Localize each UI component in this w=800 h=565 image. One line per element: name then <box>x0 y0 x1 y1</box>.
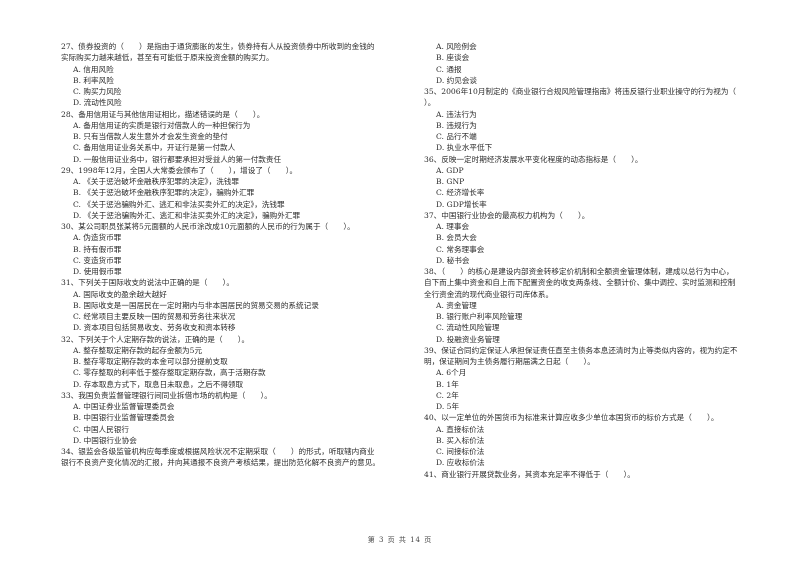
question-stem-line: 30、某公司职员张某将5元面额的人民币涂改成10元面额的人民币的行为属于（ ）。 <box>61 222 355 231</box>
answer-option: B. GNP <box>436 177 465 186</box>
answer-option: A. 备用信用证的实质是银行对借款人的一种担保行为 <box>73 120 251 130</box>
question-stem-line: 银行不良资产变化情况的汇报，并向其通报不良资产考核结果，提出防范化解不良资产的意… <box>61 458 380 468</box>
answer-option: A. 违法行为 <box>436 109 477 119</box>
document-page: 27、债券投资的（ ）是指由于通货膨胀的发生，债券持有人从投资债券中所收到的金钱… <box>0 0 800 565</box>
answer-option: B. 《关于惩治破坏金融秩序犯罪的决定》，骗购外汇罪 <box>73 188 255 198</box>
page-footer: 第 3 页 共 14 页 <box>367 536 433 544</box>
question-stem-line: 37、中国银行业协会的最高权力机构为（ ）。 <box>424 210 590 220</box>
question-block: 41、商业银行开展贷款业务，其资本充足率不得低于（ ）。 <box>424 469 776 480</box>
answer-option: A. 中国证券业监督管理委员会 <box>73 402 175 411</box>
answer-option: D. 执业水平低下 <box>436 143 493 153</box>
answer-option: B. 座谈会 <box>436 53 470 63</box>
answer-option: D. GDP增长率 <box>436 199 487 209</box>
answer-option: D. 一般信用证业务中，银行都要承担对受益人的第一付款责任 <box>73 154 282 164</box>
answer-option: A. 直接标价法 <box>436 424 485 434</box>
answer-option: A. 信用风险 <box>73 64 114 74</box>
answer-option: D. 约见会谈 <box>436 75 478 85</box>
answer-option: B. 买入标价法 <box>436 435 485 445</box>
left-column: 27、债券投资的（ ）是指由于通货膨胀的发生，债券持有人从投资债券中所收到的金钱… <box>61 41 417 469</box>
answer-option: A. 《关于惩治破坏金融秩序犯罪的决定》，洗钱罪 <box>73 177 239 186</box>
question-stem-line: 实际购买力越来越低，甚至有可能低于原来投资金额的购买力。 <box>61 53 274 63</box>
answer-option: B. 中国银行业监督管理委员会 <box>73 413 175 423</box>
question-block: 28、备用信用证与其他信用证相比，描述错误的是（ ）。 A. 备用信用证的实质是银… <box>61 109 417 165</box>
answer-option: B. 整存零取定期存款的本金可以部分提前支取 <box>73 357 228 366</box>
answer-option: B. 持有假币罪 <box>73 244 122 254</box>
question-block: 32、下列关于个人定期存款的说法，正确的是（ ）。 A. 整存整取定期存款的起存金… <box>61 334 417 390</box>
answer-option: D. 《关于惩治骗购外汇、逃汇和非法买卖外汇的决定》，骗购外汇罪 <box>73 210 301 220</box>
question-block: 39、保证合同约定保证人承担保证责任直至主债务本息还清时为止等类似内容的，视为约… <box>424 345 776 413</box>
answer-option: D. 中国银行业协会 <box>73 435 137 445</box>
answer-option: A. 整存整取定期存款的起存金额为5元 <box>73 345 203 355</box>
question-stem-line: 31、下列关于国际收支的说法中正确的是（ ）。 <box>61 278 234 288</box>
question-stem-line: ）。 <box>424 98 436 108</box>
answer-option: C. 《关于惩治骗购外汇、逃汇和非法买卖外汇的决定》，洗钱罪 <box>73 199 285 209</box>
answer-option: C. 通报 <box>436 64 462 74</box>
answer-option: C. 备用信用证业务关系中，开证行是第一付款人 <box>73 143 236 153</box>
question-block: 37、中国银行业协会的最高权力机构为（ ）。 A. 理事会 B. 会员大会 C. 常务… <box>424 210 776 266</box>
answer-option: D. 使用假币罪 <box>73 267 122 276</box>
question-stem-line: 40、以一定单位的外国货币为标准来计算应收多少单位本国货币的标价方式是（ ）。 <box>424 413 719 423</box>
question-stem-line: 29、1998年12月，全国人大常委会颁布了（ ），增设了（ ）。 <box>61 165 298 175</box>
answer-option: C. 零存整取的利率低于整存整取定期存款，高于活期存款 <box>73 368 266 378</box>
answer-option: A. 伪造货币罪 <box>73 233 122 243</box>
answer-option: B. 利率风险 <box>73 75 114 85</box>
answer-option: A. GDP <box>436 165 464 175</box>
question-block: A. 风险例会 B. 座谈会 C. 通报 D. 约见会谈 <box>424 41 776 86</box>
answer-option: A. 6个月 <box>436 368 467 378</box>
answer-option: B. 银行账户利率风险管理 <box>436 312 523 321</box>
answer-option: D. 应收标价法 <box>436 458 485 468</box>
question-stem-line: 41、商业银行开展贷款业务，其资本充足率不得低于（ ）。 <box>424 469 635 479</box>
question-block: 34、银监会各级监管机构应每季度或根据风险状况不定期采取（ ）的形式，听取辖内商… <box>61 446 417 469</box>
question-stem-line: 35、2006年10月制定的《商业银行合规风险管理指南》将违反银行业职业操守的行… <box>424 87 737 96</box>
answer-option: C. 品行不端 <box>436 132 477 141</box>
answer-option: D. 秘书会 <box>436 255 470 265</box>
question-stem-line: 38、（ ）的核心是建设内部资金转移定价机制和全额资金管理体制，建成以总行为中心… <box>424 267 734 276</box>
answer-option: D. 5年 <box>436 402 460 411</box>
right-column: A. 风险例会 B. 座谈会 C. 通报 D. 约见会谈 35、2006年10月制定的《… <box>424 41 776 480</box>
question-stem-line: 自下而上集中资金和自上而下配置资金的收支两条线、全额计价、集中调控、实时监测和控… <box>424 278 736 288</box>
question-stem-line: 36、反映一定时期经济发展水平变化程度的动态指标是（ ）。 <box>424 154 643 164</box>
answer-option: D. 资本项目包括贸易收支、劳务收支和资本转移 <box>73 323 236 333</box>
question-block: 35、2006年10月制定的《商业银行合规风险管理指南》将违反银行业职业操守的行… <box>424 86 776 154</box>
question-stem-line: 明，保证期间为主债务履行期届满之日起（ ）。 <box>424 357 595 366</box>
question-block: 33、我国负责监督管理银行间同业拆借市场的机构是（ ）。 A. 中国证券业监督管理… <box>61 390 417 446</box>
answer-option: B. 只有当借款人发生意外才会发生资金的垫付 <box>73 132 228 141</box>
answer-option: B. 会员大会 <box>436 233 477 243</box>
question-block: 27、债券投资的（ ）是指由于通货膨胀的发生，债券持有人从投资债券中所收到的金钱… <box>61 41 417 109</box>
answer-option: C. 流动性风险管理 <box>436 323 500 333</box>
question-stem-line: 全行资金流的现代商业银行司库体系。 <box>424 289 554 299</box>
question-block: 31、下列关于国际收支的说法中正确的是（ ）。 A. 国际收支的盈余越大越好 B. … <box>61 277 417 333</box>
answer-option: D. 投融资业务管理 <box>436 334 500 344</box>
question-stem-line: 34、银监会各级监管机构应每季度或根据风险状况不定期采取（ ）的形式，听取辖内商… <box>61 447 375 456</box>
answer-option: C. 常务理事会 <box>436 244 485 254</box>
answer-option: B. 1年 <box>436 379 459 389</box>
question-block: 36、反映一定时期经济发展水平变化程度的动态指标是（ ）。 A. GDP B. GN… <box>424 154 776 210</box>
answer-option: C. 经济增长率 <box>436 188 485 198</box>
answer-option: B. 国际收支是一国居民在一定时期内与非本国居民的贸易交易的系统记录 <box>73 300 319 310</box>
answer-option: A. 理事会 <box>436 222 470 231</box>
answer-option: C. 经常项目主要反映一国的贸易和劳务往来状况 <box>73 312 236 321</box>
question-block: 30、某公司职员张某将5元面额的人民币涂改成10元面额的人民币的行为属于（ ）。… <box>61 221 417 277</box>
answer-option: A. 国际收支的盈余越大越好 <box>73 289 167 299</box>
answer-option: B. 违规行为 <box>436 120 477 130</box>
question-block: 40、以一定单位的外国货币为标准来计算应收多少单位本国货币的标价方式是（ ）。 A… <box>424 412 776 468</box>
question-stem-line: 32、下列关于个人定期存款的说法，正确的是（ ）。 <box>61 334 250 344</box>
answer-option: C. 间接标价法 <box>436 447 485 456</box>
question-stem-line: 33、我国负责监督管理银行间同业拆借市场的机构是（ ）。 <box>61 390 272 400</box>
question-stem-line: 39、保证合同约定保证人承担保证责任直至主债务本息还清时为止等类似内容的，视为约… <box>424 345 738 355</box>
answer-option: C. 变造货币罪 <box>73 255 122 265</box>
answer-option: A. 风险例会 <box>436 42 477 51</box>
answer-option: C. 购买力风险 <box>73 87 122 96</box>
answer-option: D. 流动性风险 <box>73 98 122 108</box>
question-block: 38、（ ）的核心是建设内部资金转移定价机制和全额资金管理体制，建成以总行为中心… <box>424 266 776 345</box>
answer-option: C. 2年 <box>436 390 459 400</box>
answer-option: A. 资金管理 <box>436 300 477 310</box>
question-block: 29、1998年12月，全国人大常委会颁布了（ ），增设了（ ）。 A. 《关于惩… <box>61 165 417 221</box>
answer-option: C. 中国人民银行 <box>73 424 129 434</box>
question-stem-line: 28、备用信用证与其他信用证相比，描述错误的是（ ）。 <box>61 109 265 119</box>
question-stem-line: 27、债券投资的（ ）是指由于通货膨胀的发生，债券持有人从投资债券中所收到的金钱… <box>61 42 375 51</box>
answer-option: D. 存本取息方式下，取息日未取息，之后不得领取 <box>73 379 244 389</box>
